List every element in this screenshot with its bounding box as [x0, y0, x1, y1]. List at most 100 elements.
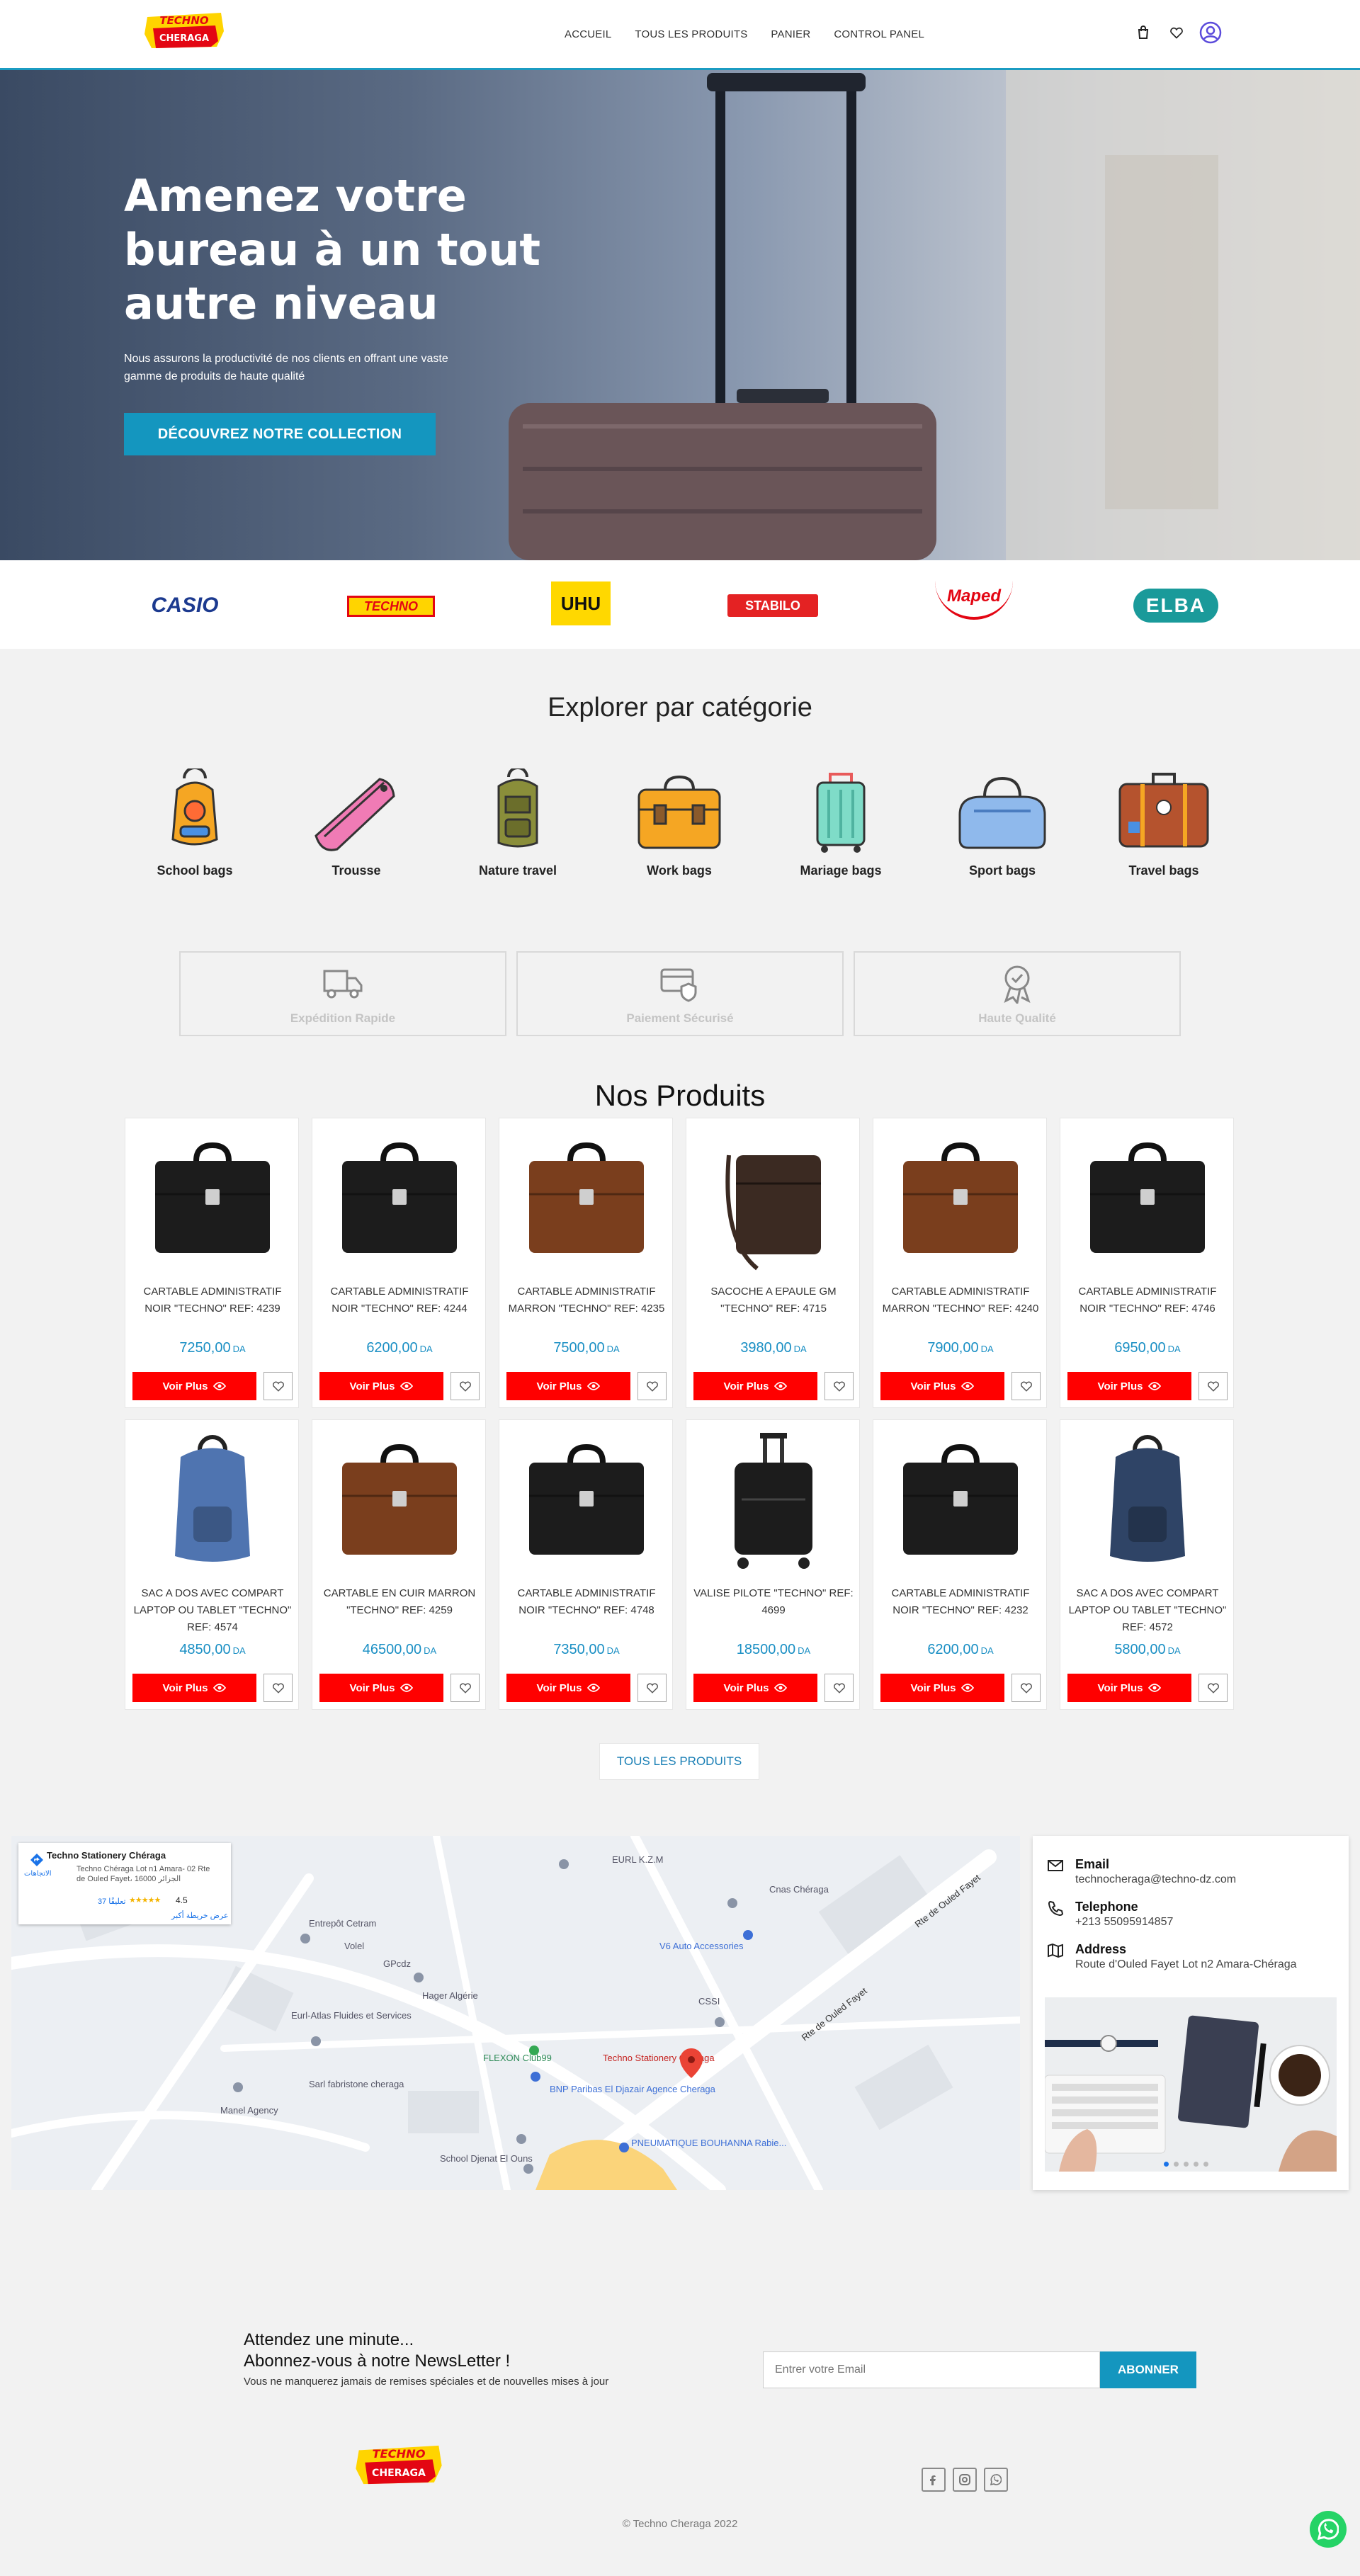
product-name[interactable]: SAC A DOS AVEC COMPART LAPTOP OU TABLET … [131, 1585, 294, 1636]
add-to-wishlist-button[interactable] [824, 1674, 854, 1702]
add-to-wishlist-button[interactable] [450, 1372, 480, 1400]
voir-plus-button[interactable]: Voir Plus [1067, 1674, 1191, 1702]
product-name[interactable]: SACOCHE A EPAULE GM "TECHNO" REF: 4715 [692, 1283, 855, 1317]
product-image[interactable] [701, 1429, 846, 1574]
product-image[interactable] [514, 1127, 659, 1272]
add-to-wishlist-button[interactable] [264, 1372, 293, 1400]
add-to-wishlist-button[interactable] [1198, 1674, 1228, 1702]
add-to-wishlist-button[interactable] [824, 1372, 854, 1400]
newsletter-email-input[interactable] [763, 2351, 1100, 2388]
cart-icon[interactable] [1134, 23, 1152, 42]
product-name[interactable]: CARTABLE EN CUIR MARRON "TECHNO" REF: 42… [318, 1585, 481, 1619]
voir-plus-button[interactable]: Voir Plus [693, 1674, 817, 1702]
voir-plus-button[interactable]: Voir Plus [880, 1674, 1004, 1702]
voir-plus-button[interactable]: Voir Plus [319, 1674, 443, 1702]
product-image[interactable] [888, 1127, 1033, 1272]
product-image[interactable] [140, 1127, 285, 1272]
reviews-link[interactable]: 37 تعليقًا [98, 1897, 126, 1906]
brand-stabilo[interactable]: STABILO [727, 594, 818, 617]
brand-uhu[interactable]: UHU [551, 581, 611, 625]
nav-panier[interactable]: PANIER [771, 28, 810, 40]
carousel-dot[interactable] [1194, 2162, 1198, 2167]
site-logo[interactable]: TECHNO CHERAGA [142, 10, 227, 51]
product-card[interactable]: CARTABLE ADMINISTRATIF MARRON "TECHNO" R… [873, 1118, 1047, 1408]
add-to-wishlist-button[interactable] [264, 1674, 293, 1702]
product-name[interactable]: VALISE PILOTE "TECHNO" REF: 4699 [692, 1585, 855, 1619]
product-name[interactable]: CARTABLE ADMINISTRATIF NOIR "TECHNO" REF… [131, 1283, 294, 1317]
product-card[interactable]: CARTABLE ADMINISTRATIF NOIR "TECHNO" REF… [312, 1118, 486, 1408]
product-card[interactable]: CARTABLE ADMINISTRATIF NOIR "TECHNO" REF… [499, 1419, 673, 1710]
brand-elba[interactable]: ELBA [1133, 589, 1218, 623]
larger-map-link[interactable]: عرض خريطة أكبر [171, 1911, 229, 1920]
heart-icon[interactable] [1167, 23, 1186, 42]
nav-control-panel[interactable]: CONTROL PANEL [834, 28, 924, 40]
brand-techno[interactable]: TECHNO [347, 596, 435, 617]
add-to-wishlist-button[interactable] [638, 1674, 667, 1702]
add-to-wishlist-button[interactable] [1012, 1674, 1041, 1702]
discover-collection-button[interactable]: DÉCOUVREZ NOTRE COLLECTION [124, 413, 436, 455]
voir-plus-button[interactable]: Voir Plus [132, 1674, 256, 1702]
facebook-icon[interactable] [922, 2468, 946, 2492]
product-name[interactable]: CARTABLE ADMINISTRATIF MARRON "TECHNO" R… [879, 1283, 1042, 1317]
product-card[interactable]: SAC A DOS AVEC COMPART LAPTOP OU TABLET … [1060, 1419, 1234, 1710]
subscribe-button[interactable]: ABONNER [1100, 2351, 1196, 2388]
nav-tous-les-produits[interactable]: TOUS LES PRODUITS [635, 28, 747, 40]
whatsapp-icon[interactable] [984, 2468, 1008, 2492]
product-image[interactable] [327, 1127, 472, 1272]
product-image[interactable] [1075, 1429, 1220, 1574]
category-travel-bags[interactable]: Travel bags [1107, 768, 1220, 878]
voir-plus-button[interactable]: Voir Plus [506, 1674, 630, 1702]
brand-maped[interactable]: Maped [935, 576, 1013, 620]
google-map[interactable]: EURL K.Z.M Cnas Chéraga Rte de Ouled Fay… [11, 1836, 1020, 2190]
footer-logo[interactable]: TECHNO CHERAGA [353, 2441, 445, 2488]
add-to-wishlist-button[interactable] [638, 1372, 667, 1400]
product-card[interactable]: CARTABLE ADMINISTRATIF MARRON "TECHNO" R… [499, 1118, 673, 1408]
carousel-dot[interactable] [1203, 2162, 1208, 2167]
product-card[interactable]: CARTABLE EN CUIR MARRON "TECHNO" REF: 42… [312, 1419, 486, 1710]
product-image[interactable] [327, 1429, 472, 1574]
category-work-bags[interactable]: Work bags [623, 768, 736, 878]
add-to-wishlist-button[interactable] [1198, 1372, 1228, 1400]
voir-plus-button[interactable]: Voir Plus [132, 1372, 256, 1400]
product-name[interactable]: CARTABLE ADMINISTRATIF NOIR "TECHNO" REF… [1066, 1283, 1229, 1317]
directions-icon[interactable] [30, 1853, 44, 1867]
product-card[interactable]: CARTABLE ADMINISTRATIF NOIR "TECHNO" REF… [1060, 1118, 1234, 1408]
product-name[interactable]: CARTABLE ADMINISTRATIF NOIR "TECHNO" REF… [505, 1585, 668, 1619]
email-value[interactable]: technocheraga@techno-dz.com [1075, 1873, 1236, 1886]
product-card[interactable]: SACOCHE A EPAULE GM "TECHNO" REF: 4715 39… [686, 1118, 860, 1408]
nav-accueil[interactable]: ACCUEIL [565, 28, 611, 40]
voir-plus-button[interactable]: Voir Plus [880, 1372, 1004, 1400]
product-image[interactable] [888, 1429, 1033, 1574]
product-name[interactable]: CARTABLE ADMINISTRATIF NOIR "TECHNO" REF… [879, 1585, 1042, 1619]
product-name[interactable]: CARTABLE ADMINISTRATIF MARRON "TECHNO" R… [505, 1283, 668, 1317]
whatsapp-float-button[interactable] [1310, 2511, 1347, 2548]
product-image[interactable] [140, 1429, 285, 1574]
product-name[interactable]: SAC A DOS AVEC COMPART LAPTOP OU TABLET … [1066, 1585, 1229, 1636]
carousel-dot[interactable] [1184, 2162, 1189, 2167]
category-school-bags[interactable]: School bags [138, 768, 251, 878]
carousel-dot[interactable] [1174, 2162, 1179, 2167]
product-name[interactable]: CARTABLE ADMINISTRATIF NOIR "TECHNO" REF… [318, 1283, 481, 1317]
all-products-button[interactable]: TOUS LES PRODUITS [599, 1743, 759, 1780]
user-icon[interactable] [1199, 21, 1222, 44]
voir-plus-button[interactable]: Voir Plus [506, 1372, 630, 1400]
voir-plus-button[interactable]: Voir Plus [693, 1372, 817, 1400]
product-image[interactable] [1075, 1127, 1220, 1272]
product-card[interactable]: CARTABLE ADMINISTRATIF NOIR "TECHNO" REF… [873, 1419, 1047, 1710]
add-to-wishlist-button[interactable] [450, 1674, 480, 1702]
product-card[interactable]: VALISE PILOTE "TECHNO" REF: 4699 18500,00… [686, 1419, 860, 1710]
product-card[interactable]: CARTABLE ADMINISTRATIF NOIR "TECHNO" REF… [125, 1118, 299, 1408]
product-image[interactable] [514, 1429, 659, 1574]
voir-plus-button[interactable]: Voir Plus [319, 1372, 443, 1400]
category-trousse[interactable]: Trousse [300, 768, 413, 878]
category-mariage-bags[interactable]: Mariage bags [784, 768, 897, 878]
category-nature-travel[interactable]: Nature travel [461, 768, 574, 878]
category-sport-bags[interactable]: Sport bags [946, 768, 1059, 878]
carousel-dots[interactable] [1164, 2162, 1208, 2167]
contact-carousel[interactable] [1045, 1997, 1337, 2172]
carousel-dot[interactable] [1164, 2162, 1169, 2167]
product-card[interactable]: SAC A DOS AVEC COMPART LAPTOP OU TABLET … [125, 1419, 299, 1710]
directions-link[interactable]: الاتجاهات [24, 1870, 52, 1878]
product-image[interactable] [701, 1127, 846, 1272]
brand-casio[interactable]: CASIO [139, 590, 231, 621]
